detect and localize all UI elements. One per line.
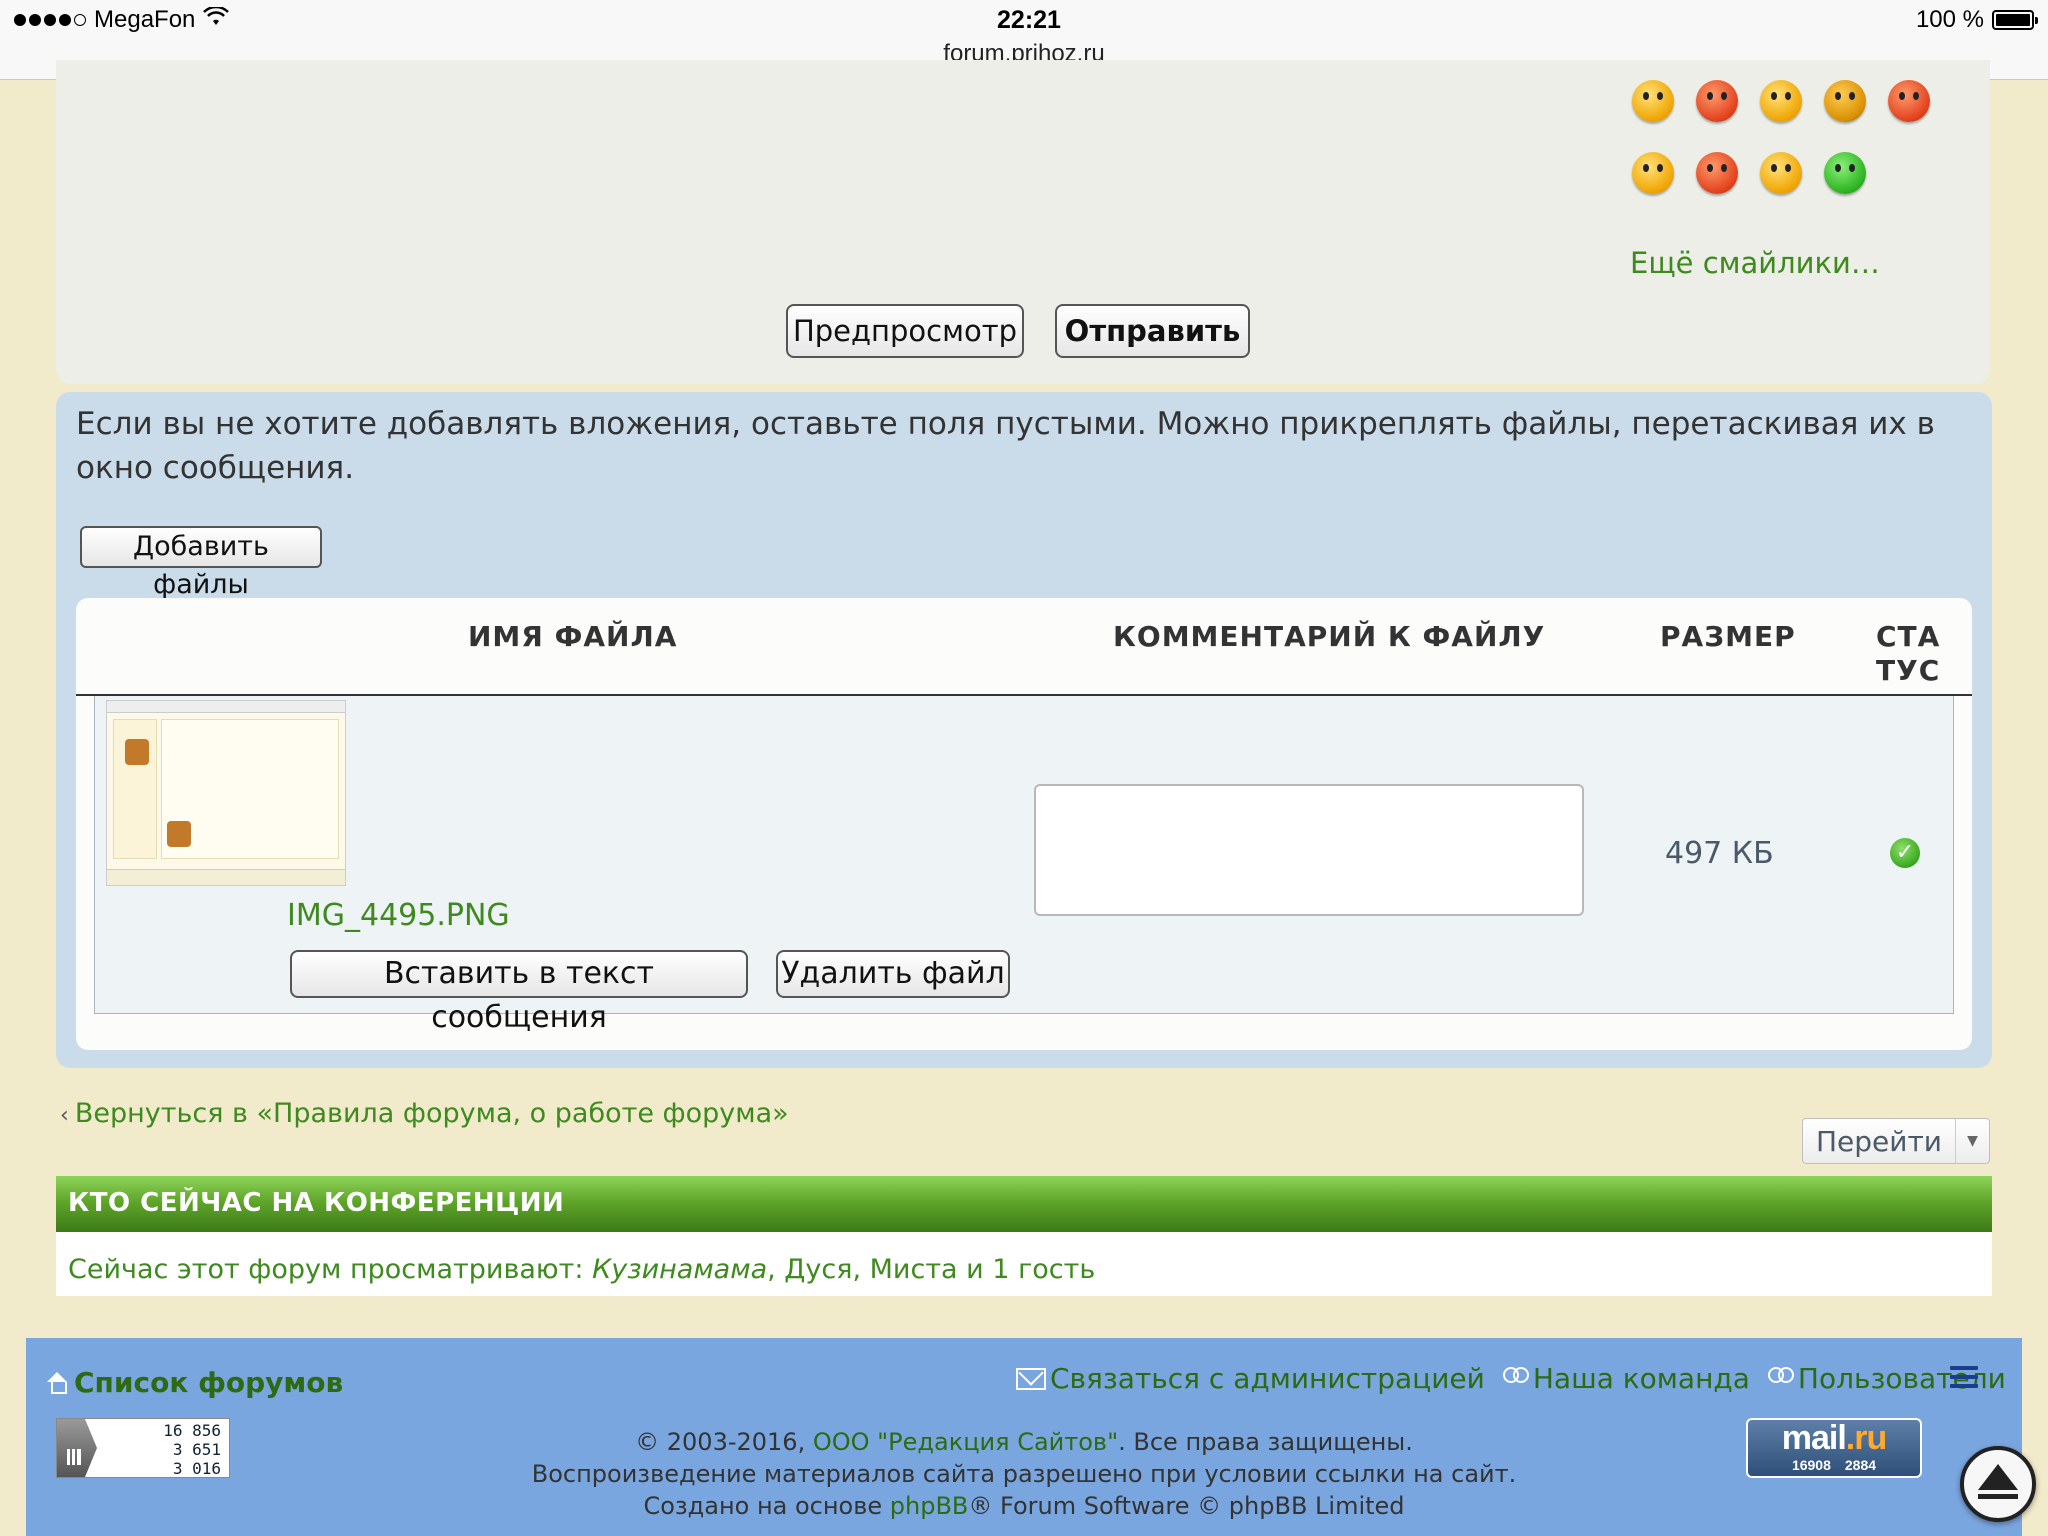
online-prefix: Сейчас этот форум просматривают:	[68, 1254, 593, 1285]
chevron-down-icon: ▼	[1955, 1119, 1989, 1163]
whistling-smiley-icon[interactable]	[1760, 80, 1802, 122]
column-header-status-line1: СТА	[1876, 620, 1941, 653]
mailru-logo: mail.ru	[1748, 1420, 1920, 1456]
scroll-to-top-icon[interactable]	[1960, 1446, 2036, 1522]
submit-button[interactable]: Отправить	[1055, 304, 1250, 358]
battery-percent: 100 %	[1915, 6, 1984, 33]
users-icon	[1766, 1365, 1794, 1393]
clock: 22:21	[997, 6, 1061, 34]
shouting-smiley-icon[interactable]	[1696, 80, 1738, 122]
copyright-prefix: © 2003-2016,	[635, 1428, 813, 1456]
jump-label: Перейти	[1816, 1124, 1942, 1158]
column-header-status-line2: ТУС	[1876, 654, 1941, 687]
file-size: 497 КБ	[1665, 836, 1774, 871]
footer-nav: Связаться с администрацией Наша команда …	[1016, 1362, 2006, 1395]
copyright-block: © 2003-2016, ООО "Редакция Сайтов". Все …	[0, 1426, 2048, 1522]
online-users-text: Сейчас этот форум просматривают: Кузинам…	[56, 1232, 1992, 1296]
copyright-line-2: Воспроизведение материалов сайта разреше…	[531, 1460, 1517, 1488]
file-thumbnail[interactable]	[106, 700, 346, 886]
copyright-suffix: . Все права защищены.	[1118, 1428, 1413, 1456]
team-label: Наша команда	[1532, 1362, 1750, 1395]
forum-index-label: Список форумов	[74, 1366, 344, 1399]
smilies-row-2	[1632, 152, 1932, 194]
more-smilies-link[interactable]: Ещё смайлики…	[1630, 246, 1880, 280]
powered-by-prefix: Создано на основе	[643, 1492, 890, 1520]
file-name-link[interactable]: IMG_4495.PNG	[287, 898, 510, 933]
insert-into-message-button[interactable]: Вставить в текст сообщения	[290, 950, 748, 1035]
online-section-title: КТО СЕЙЧАС НА КОНФЕРЕНЦИИ	[68, 1188, 565, 1218]
cool-sunglasses-smiley-icon[interactable]	[1824, 80, 1866, 122]
team-icon	[1501, 1365, 1529, 1393]
column-header-status: СТА ТУС	[1876, 620, 1940, 688]
battery-area: 100 %	[1915, 6, 2038, 34]
home-icon	[46, 1371, 68, 1394]
mailru-stat-2: 2884	[1844, 1457, 1877, 1473]
return-link-label: Вернуться в «Правила форума, о работе фо…	[74, 1098, 789, 1129]
add-files-button[interactable]: Добавить файлы	[80, 526, 322, 600]
envelope-icon	[1016, 1367, 1046, 1390]
angry-smiley-icon[interactable]	[1888, 80, 1930, 122]
team-link[interactable]: Наша команда	[1501, 1362, 1750, 1395]
online-section-header: КТО СЕЙЧАС НА КОНФЕРЕНЦИИ	[56, 1176, 1992, 1232]
copyright-line-1: © 2003-2016, ООО "Редакция Сайтов". Все …	[0, 1426, 2048, 1458]
online-rest: , Дуся, Миста и 1 гость	[767, 1254, 1096, 1285]
smile-smiley-icon[interactable]	[1632, 152, 1674, 194]
mailru-logo-ru: .ru	[1845, 1419, 1887, 1457]
boxing-smiley-icon[interactable]	[1696, 152, 1738, 194]
copyright-line-3: Создано на основе phpBB® Forum Software …	[0, 1490, 2048, 1522]
delete-file-button[interactable]: Удалить файл	[776, 950, 1010, 998]
hamburger-menu-icon[interactable]	[1950, 1366, 1978, 1393]
column-header-comment: КОММЕНТАРИЙ К ФАЙЛУ	[1113, 620, 1546, 653]
chevron-left-icon: ‹	[60, 1103, 69, 1128]
phpbb-link[interactable]: phpBB	[890, 1492, 969, 1520]
online-user-link[interactable]: Кузинамама	[592, 1254, 767, 1285]
return-to-forum-link[interactable]: ‹ Вернуться в «Правила форума, о работе ф…	[60, 1098, 789, 1129]
company-link[interactable]: ООО "Редакция Сайтов"	[813, 1428, 1118, 1456]
surprised-smiley-icon[interactable]	[1632, 80, 1674, 122]
smilies-row-1	[1632, 80, 1932, 122]
jump-to-dropdown[interactable]: Перейти ▼	[1802, 1118, 1990, 1164]
forum-index-link[interactable]: Список форумов	[46, 1366, 343, 1399]
battery-icon	[1992, 10, 2038, 30]
smilies-box	[1632, 80, 1932, 224]
mailru-stats: 16908 2884	[1748, 1456, 1920, 1474]
mailru-stat-1: 16908	[1791, 1457, 1831, 1473]
check-circle-icon: ✓	[1890, 838, 1920, 868]
attachments-info-text: Если вы не хотите добавлять вложения, ос…	[76, 406, 1935, 486]
mailru-logo-mail: mail	[1781, 1419, 1847, 1457]
column-header-size: РАЗМЕР	[1660, 620, 1796, 653]
sick-smiley-icon[interactable]	[1824, 152, 1866, 194]
mailru-counter[interactable]: mail.ru 16908 2884	[1746, 1418, 1922, 1478]
powered-by-suffix: ® Forum Software © phpBB Limited	[968, 1492, 1405, 1520]
contact-admin-link[interactable]: Связаться с администрацией	[1016, 1362, 1485, 1395]
thinking-smiley-icon[interactable]	[1760, 152, 1802, 194]
file-comment-input[interactable]	[1034, 784, 1584, 916]
column-header-file-name: ИМЯ ФАЙЛА	[468, 620, 678, 653]
contact-admin-label: Связаться с администрацией	[1050, 1362, 1485, 1395]
preview-button[interactable]: Предпросмотр	[786, 304, 1024, 358]
